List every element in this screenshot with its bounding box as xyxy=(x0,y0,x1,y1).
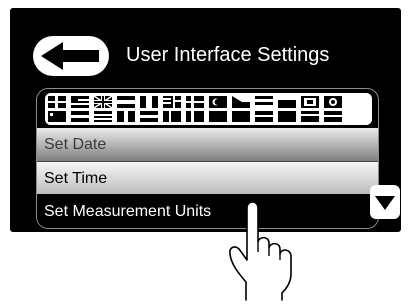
back-button[interactable] xyxy=(33,36,109,76)
menu-item-set-date[interactable]: Set Date xyxy=(37,128,378,161)
menu-item-set-measurement-units[interactable]: Set Measurement Units xyxy=(37,195,378,228)
page-title: User Interface Settings xyxy=(126,44,330,66)
menu-item-label: Set Date xyxy=(44,136,107,153)
menu-item-label: Set Time xyxy=(44,170,108,187)
menu-item-label: Set Measurement Units xyxy=(44,203,212,220)
language-selector[interactable] xyxy=(45,93,372,125)
device-screen: User Interface Settings Set Date Set Tim… xyxy=(10,8,401,232)
menu-item-set-time[interactable]: Set Time xyxy=(37,161,378,194)
settings-panel: Set Date Set Time Set Measurement Units xyxy=(36,88,379,229)
pointing-hand-icon xyxy=(229,201,292,301)
scroll-down-icon xyxy=(375,196,395,210)
language-flags-icon xyxy=(45,93,372,125)
scroll-down-button[interactable] xyxy=(370,185,400,219)
back-arrow-icon xyxy=(41,42,99,70)
